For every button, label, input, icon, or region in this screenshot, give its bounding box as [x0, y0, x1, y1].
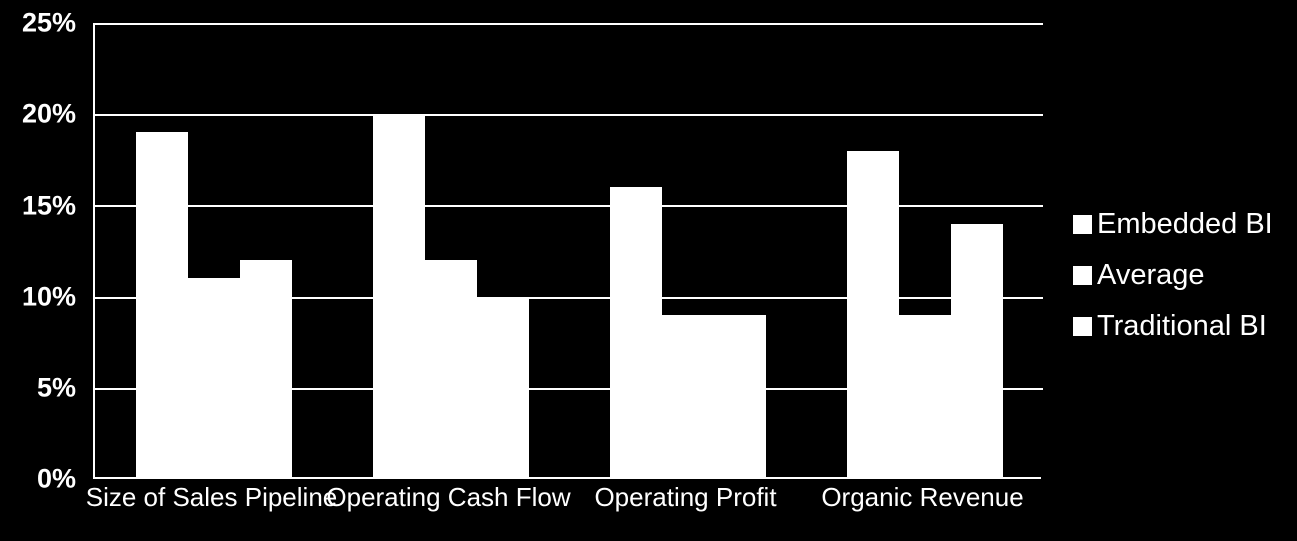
- legend-label: Average: [1097, 259, 1205, 291]
- x-tick-label-operating-profit: Operating Profit: [594, 482, 777, 512]
- bar-traditional-bi-operating-cash-flow: [476, 296, 529, 479]
- legend-item-traditional-bi: Traditional BI: [1073, 301, 1293, 352]
- legend-swatch-icon: [1073, 266, 1092, 285]
- bar-average-size-of-sales-pipeline: [187, 278, 240, 479]
- bar-embedded-bi-organic-revenue: [846, 150, 899, 479]
- y-axis: 25% 20% 15% 10% 5% 0%: [0, 0, 86, 541]
- bar-average-organic-revenue: [898, 314, 951, 479]
- x-tick-label-operating-cash-flow: Operating Cash Flow: [326, 482, 571, 512]
- bar-traditional-bi-size-of-sales-pipeline: [239, 260, 292, 479]
- y-tick-label: 0%: [36, 463, 76, 494]
- bar-embedded-bi-size-of-sales-pipeline: [135, 132, 188, 479]
- bar-average-operating-profit: [661, 314, 714, 479]
- bar-chart: 25% 20% 15% 10% 5% 0% Size of Sales Pipe…: [0, 0, 1297, 541]
- x-tick-label-size-of-sales-pipeline: Size of Sales Pipeline: [85, 482, 338, 512]
- plot-area: [93, 23, 1043, 479]
- y-tick-label: 20%: [21, 98, 76, 129]
- legend-swatch-icon: [1073, 317, 1092, 336]
- bar-average-operating-cash-flow: [424, 260, 477, 479]
- bar-traditional-bi-operating-profit: [713, 314, 766, 479]
- legend: Embedded BI Average Traditional BI: [1073, 199, 1293, 352]
- bars-layer: [95, 23, 1043, 479]
- legend-label: Traditional BI: [1097, 310, 1267, 342]
- legend-label: Embedded BI: [1097, 208, 1273, 240]
- y-tick-label: 10%: [21, 281, 76, 312]
- legend-item-embedded-bi: Embedded BI: [1073, 199, 1293, 250]
- x-tick-label-organic-revenue: Organic Revenue: [821, 482, 1024, 512]
- legend-item-average: Average: [1073, 250, 1293, 301]
- bar-embedded-bi-operating-profit: [609, 187, 662, 479]
- legend-swatch-icon: [1073, 215, 1092, 234]
- y-tick-label: 25%: [21, 7, 76, 38]
- y-tick-label: 15%: [21, 190, 76, 221]
- bar-embedded-bi-operating-cash-flow: [372, 114, 425, 479]
- bar-traditional-bi-organic-revenue: [950, 223, 1003, 479]
- y-tick-label: 5%: [36, 372, 76, 403]
- x-axis: Size of Sales Pipeline Operating Cash Fl…: [86, 482, 1041, 533]
